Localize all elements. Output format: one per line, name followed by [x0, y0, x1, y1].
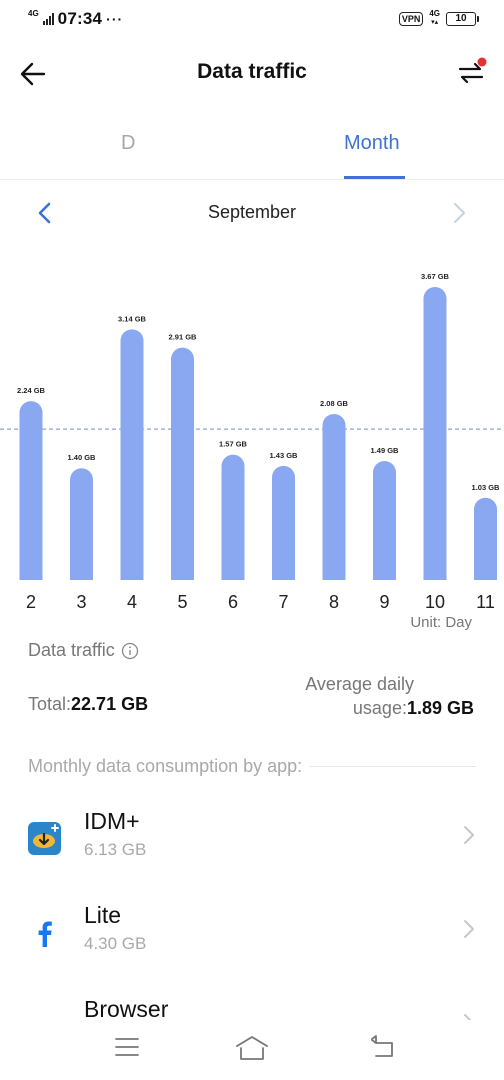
- divider: [310, 766, 476, 767]
- status-bar: 4G 07:34 ··· VPN 4G ▾▴ 10: [0, 0, 504, 40]
- network-type: 4G: [28, 9, 39, 18]
- monthly-consumption-heading: Monthly data consumption by app:: [28, 756, 476, 777]
- x-tick-label: 4: [126, 592, 137, 612]
- tab-month[interactable]: Month: [344, 132, 400, 155]
- app-name: Lite: [84, 902, 122, 928]
- bar-data-label: 2.91 GB: [169, 333, 198, 342]
- bar-data-label: 1.57 GB: [219, 440, 248, 449]
- month-navigation: September: [0, 196, 504, 232]
- chart-bar[interactable]: [171, 347, 194, 580]
- chart-bar[interactable]: [70, 468, 93, 580]
- chart-bar[interactable]: [221, 454, 245, 580]
- chart-bar[interactable]: [272, 465, 295, 580]
- average-value: 1.89 GB: [406, 698, 474, 718]
- x-tick-label: 3: [76, 592, 87, 612]
- app-name: Browser: [84, 996, 169, 1022]
- bar-data-label: 1.43 GB: [270, 451, 299, 460]
- chart-bar-base: [322, 568, 346, 580]
- chart-bar-base: [474, 568, 497, 580]
- tab-selected-indicator: [344, 176, 405, 179]
- total-label: Total:: [28, 694, 72, 714]
- x-tick-label: 5: [177, 592, 188, 612]
- chart-bar-base: [171, 568, 194, 580]
- average-label-line2: usage:: [352, 698, 407, 718]
- app-row-lite[interactable]: Lite 4.30 GB: [0, 902, 504, 982]
- vpn-badge: VPN: [398, 11, 424, 26]
- consumption-label: Monthly data consumption by app:: [28, 756, 303, 776]
- clock: 07:34: [57, 9, 103, 28]
- chart-bar[interactable]: [120, 329, 144, 580]
- tab-day[interactable]: D: [121, 132, 135, 155]
- idm-download-icon: [28, 822, 61, 855]
- chevron-right-icon: [464, 826, 474, 844]
- bar-data-label: 3.14 GB: [118, 314, 147, 323]
- chart-bar-base: [373, 568, 396, 580]
- daily-usage-chart: 2.24 GB 1.40 GB 3.14 GB 2.91 GB 1.57 GB 1.43 …: [0, 250, 504, 595]
- app-name: IDM+: [84, 808, 140, 834]
- app-usage: 4.30 GB: [84, 934, 147, 953]
- app-row-idm[interactable]: IDM+ 6.13 GB: [0, 808, 504, 888]
- signal-icon: [42, 13, 54, 25]
- chart-bar[interactable]: [19, 401, 43, 580]
- menu-icon[interactable]: [114, 1034, 140, 1060]
- app-header: Data traffic: [0, 48, 504, 98]
- average-label-line1: Average daily: [305, 674, 414, 694]
- chevron-right-icon: [464, 920, 474, 938]
- period-tabs: D Month: [0, 118, 504, 180]
- bar-chart-svg: 2.24 GB 1.40 GB 3.14 GB 2.91 GB 1.57 GB 1.43 …: [0, 272, 504, 580]
- bar-data-label: 1.40 GB: [68, 453, 97, 462]
- next-month-chevron-icon[interactable]: [448, 200, 470, 226]
- average-daily-usage: Average daily usage:1.89 GB: [244, 672, 474, 720]
- chart-bar-base: [221, 568, 245, 580]
- total-value: 22.71 GB: [71, 694, 149, 714]
- bar-data-label: 1.03 GB: [472, 483, 501, 492]
- chart-bar[interactable]: [423, 287, 447, 580]
- bar-data-label: 2.08 GB: [320, 399, 349, 408]
- notification-dot: [477, 57, 487, 67]
- current-month: September: [207, 202, 297, 222]
- chart-bar[interactable]: [474, 497, 497, 580]
- status-right: VPN 4G ▾▴ 10: [398, 9, 479, 27]
- chart-bar-base: [70, 568, 93, 580]
- chart-bar-base: [272, 568, 295, 580]
- app-usage: 6.13 GB: [84, 840, 147, 859]
- x-tick-label: 10: [424, 592, 446, 612]
- total-usage: Total:22.71 GB: [28, 694, 148, 715]
- battery-icon: 10: [446, 11, 479, 26]
- x-tick-label: 11: [476, 592, 495, 612]
- bar-data-label: 2.24 GB: [17, 386, 46, 395]
- x-tick-label: 9: [379, 592, 390, 612]
- bar-data-label: 3.67 GB: [421, 272, 450, 281]
- chart-bar-base: [19, 568, 43, 580]
- chart-bar[interactable]: [373, 461, 396, 580]
- switch-sim-icon[interactable]: [454, 56, 488, 90]
- x-tick-label: 2: [25, 592, 36, 612]
- mobile-data-icon: 4G ▾▴: [429, 9, 440, 27]
- more-notifications-icon: ···: [106, 11, 124, 27]
- x-tick-label: 6: [227, 592, 238, 612]
- home-icon[interactable]: [234, 1034, 270, 1062]
- section-label-text: Data traffic: [28, 640, 115, 660]
- system-navigation-bar: [0, 1020, 504, 1080]
- bar-data-label: 1.49 GB: [371, 446, 400, 455]
- chart-unit-label: Unit: Day: [410, 614, 472, 631]
- chart-bar[interactable]: [322, 413, 346, 580]
- info-icon[interactable]: [121, 642, 139, 660]
- chart-bar-base: [423, 568, 447, 580]
- mobile-data-label: 4G: [429, 9, 440, 18]
- back-nav-icon[interactable]: [370, 1034, 398, 1060]
- facebook-lite-icon: [28, 916, 61, 949]
- data-traffic-section-label: Data traffic: [28, 640, 139, 661]
- status-left: 4G 07:34 ···: [28, 9, 123, 29]
- page-title: Data traffic: [197, 60, 307, 83]
- x-tick-label: 7: [278, 592, 289, 612]
- chart-bar-base: [120, 568, 144, 580]
- x-tick-label: 8: [328, 592, 339, 612]
